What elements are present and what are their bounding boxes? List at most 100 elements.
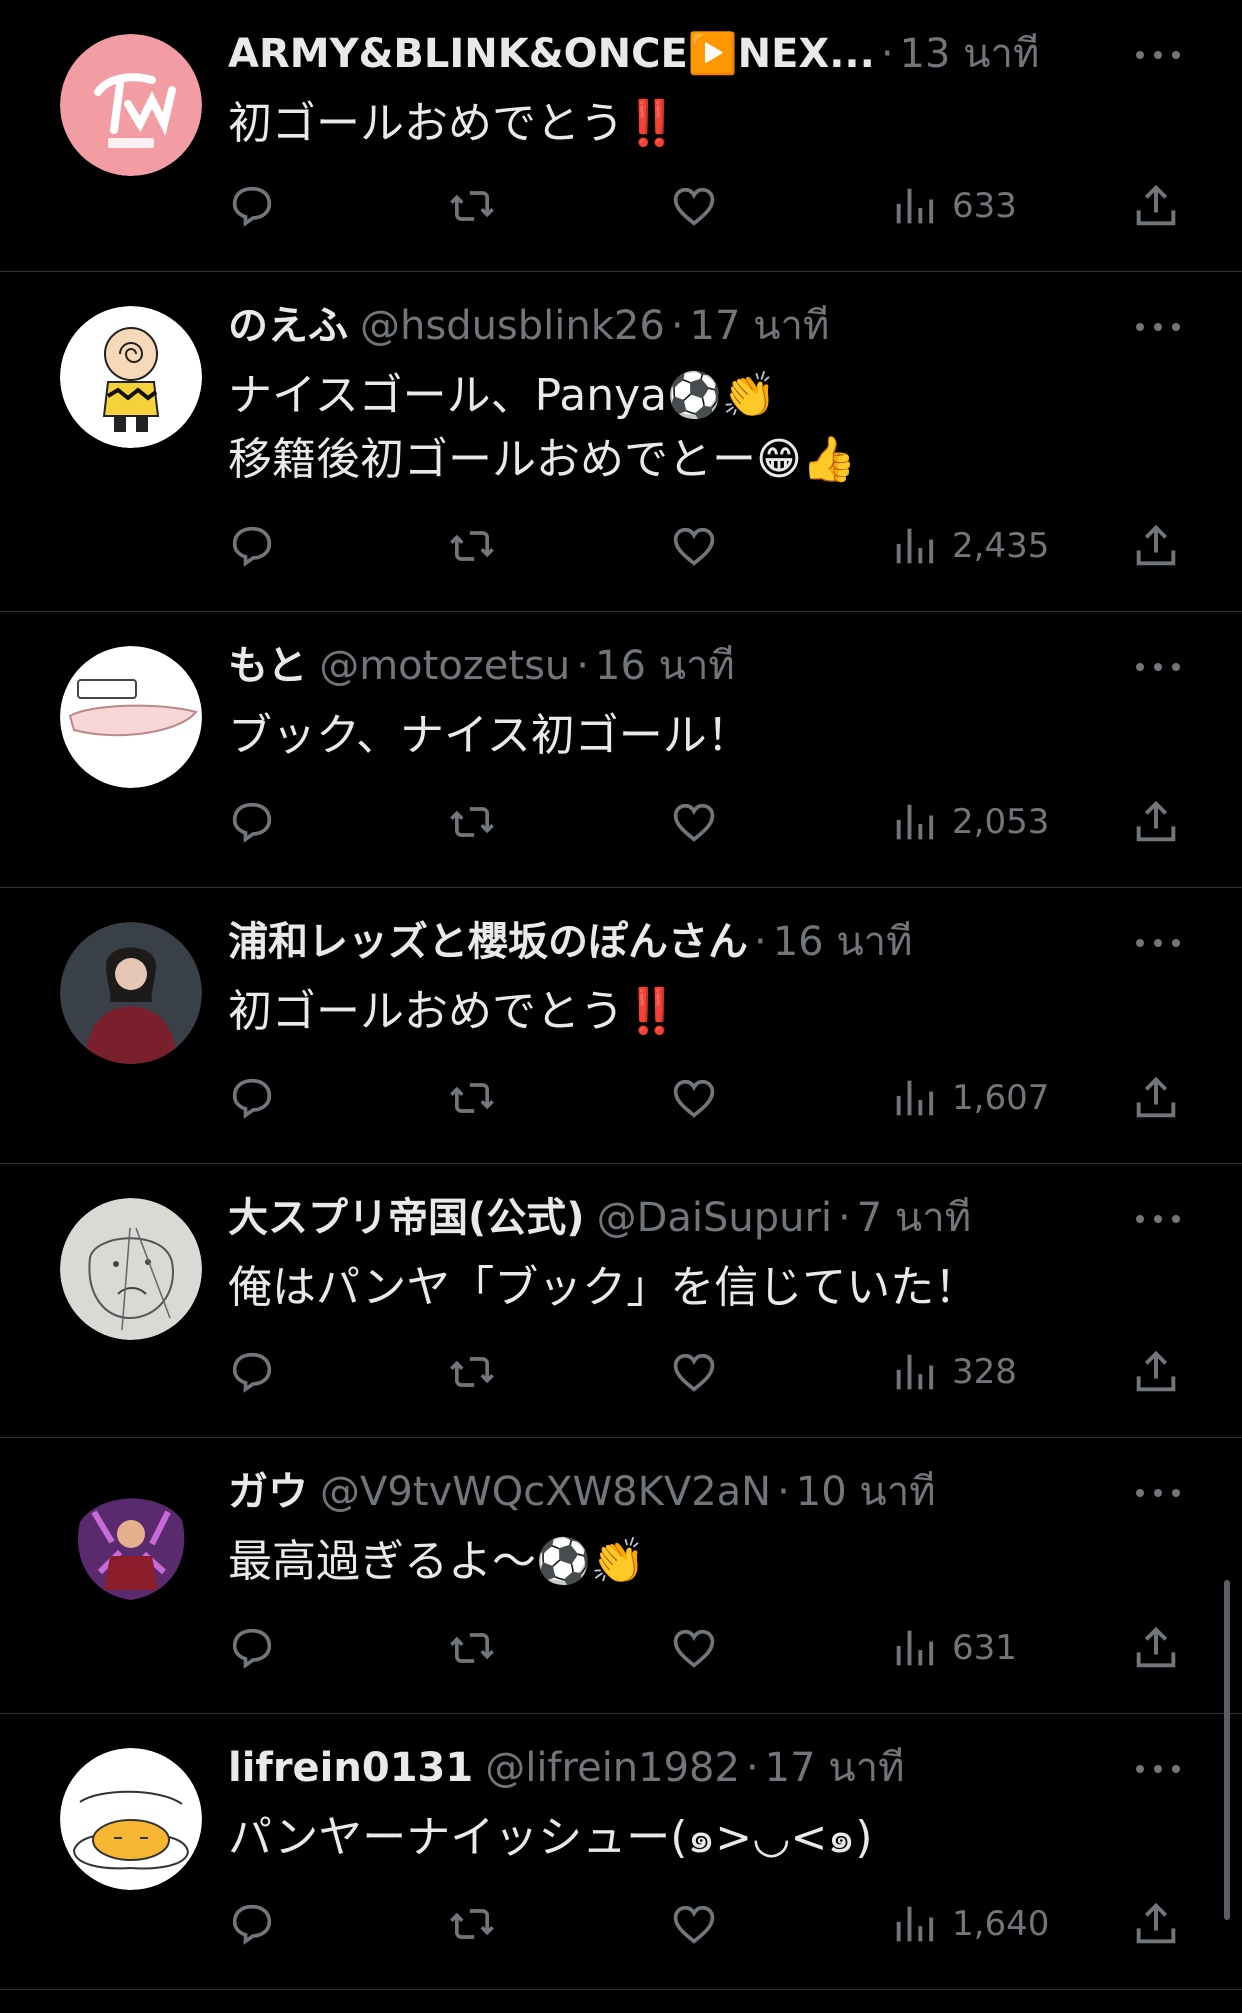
tweet[interactable]: lifrein0131 @lifrein1982 · 17 นาที パンヤーナイッシ… — [0, 1714, 1242, 1990]
timestamp[interactable]: 13 นาที — [900, 31, 1040, 77]
timestamp[interactable]: 10 นาที — [796, 1469, 936, 1515]
more-icon[interactable] — [1136, 1762, 1180, 1776]
reply-button[interactable] — [226, 1342, 278, 1402]
share-button[interactable] — [1130, 176, 1182, 236]
user-handle[interactable]: @DaiSupuri — [597, 1195, 832, 1241]
more-icon[interactable] — [1136, 320, 1180, 334]
tweet[interactable]: 浦和レッズと櫻坂のぽんさん · 16 นาที 初ゴールおめでとう‼️ 1,607 — [0, 888, 1242, 1164]
reply-icon — [232, 526, 272, 567]
timestamp[interactable]: 16 นาที — [773, 919, 913, 965]
views-icon — [896, 1906, 934, 1942]
user-handle[interactable]: @motozetsu — [319, 643, 570, 689]
avatar[interactable] — [60, 306, 202, 448]
views-button[interactable]: 2,435 — [890, 516, 1049, 576]
user-handle[interactable]: @V9tvWQcXW8KV2aN — [320, 1469, 771, 1515]
more-icon[interactable] — [1136, 48, 1180, 62]
like-icon — [673, 187, 715, 226]
view-count: 1,607 — [952, 1078, 1050, 1118]
tweet[interactable]: 大スプリ帝国(公式) @DaiSupuri · 7 นาที 俺はパンヤ「ブック」を信… — [0, 1164, 1242, 1438]
sketch-face-avatar — [60, 1198, 202, 1340]
anime-character-avatar — [60, 1472, 202, 1614]
share-button[interactable] — [1130, 1342, 1182, 1402]
like-button[interactable] — [668, 792, 720, 852]
share-button[interactable] — [1130, 516, 1182, 576]
separator-dot: · — [880, 31, 894, 77]
tweet-header: 浦和レッズと櫻坂のぽんさん · 16 นาที — [228, 916, 1092, 968]
retweet-icon — [450, 191, 494, 221]
reply-button[interactable] — [226, 176, 278, 236]
tweet-text: 初ゴールおめでとう‼️ — [228, 98, 679, 149]
like-button[interactable] — [668, 1068, 720, 1128]
share-button[interactable] — [1130, 1894, 1182, 1954]
avatar[interactable] — [60, 1472, 202, 1614]
like-icon — [673, 527, 715, 566]
share-button[interactable] — [1130, 792, 1182, 852]
avatar[interactable] — [60, 1198, 202, 1340]
like-button[interactable] — [668, 1894, 720, 1954]
reply-button[interactable] — [226, 1618, 278, 1678]
timestamp[interactable]: 16 นาที — [595, 643, 735, 689]
timestamp[interactable]: 17 นาที — [690, 303, 830, 349]
tweet[interactable]: ARMY&BLINK&ONCE▶️NEX... · 13 นาที 初ゴールおめでと… — [0, 0, 1242, 272]
views-button[interactable]: 631 — [890, 1618, 1017, 1678]
share-button[interactable] — [1130, 1618, 1182, 1678]
view-count: 631 — [952, 1628, 1017, 1668]
tweet-header: lifrein0131 @lifrein1982 · 17 นาที — [228, 1742, 1092, 1794]
reply-button[interactable] — [226, 792, 278, 852]
display-name[interactable]: ARMY&BLINK&ONCE▶️NEX... — [228, 31, 875, 77]
gudetama-avatar — [60, 1748, 202, 1890]
share-icon — [1136, 800, 1176, 842]
like-button[interactable] — [668, 1618, 720, 1678]
display-name[interactable]: 浦和レッズと櫻坂のぽんさん — [228, 919, 748, 965]
like-button[interactable] — [668, 516, 720, 576]
views-button[interactable]: 2,053 — [890, 792, 1049, 852]
share-button[interactable] — [1130, 1068, 1182, 1128]
retweet-button[interactable] — [446, 1068, 498, 1128]
views-icon — [896, 188, 934, 224]
timestamp[interactable]: 17 นาที — [765, 1745, 905, 1791]
avatar[interactable] — [60, 646, 202, 788]
reply-button[interactable] — [226, 516, 278, 576]
avatar[interactable] — [60, 34, 202, 176]
tweet-text: ナイスゴール、Panya⚽👏 移籍後初ゴールおめでとー😁👍 — [228, 370, 857, 485]
reply-button[interactable] — [226, 1894, 278, 1954]
separator-dot: · — [745, 1745, 759, 1791]
views-button[interactable]: 1,607 — [890, 1068, 1049, 1128]
user-handle[interactable]: @lifrein1982 — [485, 1745, 740, 1791]
display-name[interactable]: ガウ — [228, 1469, 308, 1515]
retweet-button[interactable] — [446, 1618, 498, 1678]
like-button[interactable] — [668, 1342, 720, 1402]
reply-button[interactable] — [226, 1068, 278, 1128]
retweet-button[interactable] — [446, 792, 498, 852]
tweet[interactable]: のえふ @hsdusblink26 · 17 นาที ナイスゴール、Panya⚽👏 … — [0, 272, 1242, 612]
retweet-button[interactable] — [446, 176, 498, 236]
reply-icon — [232, 1078, 272, 1119]
views-button[interactable]: 633 — [890, 176, 1017, 236]
retweet-button[interactable] — [446, 1342, 498, 1402]
retweet-button[interactable] — [446, 516, 498, 576]
like-button[interactable] — [668, 176, 720, 236]
avatar[interactable] — [60, 1748, 202, 1890]
display-name[interactable]: のえふ — [228, 303, 348, 349]
views-button[interactable]: 328 — [890, 1342, 1017, 1402]
user-handle[interactable]: @hsdusblink26 — [360, 303, 665, 349]
action-bar: 1,640 — [0, 1894, 1242, 1954]
separator-dot: · — [754, 919, 767, 965]
display-name[interactable]: lifrein0131 — [228, 1745, 473, 1791]
view-count: 1,640 — [952, 1904, 1050, 1944]
more-icon[interactable] — [1136, 1212, 1180, 1226]
like-icon — [673, 803, 715, 842]
display-name[interactable]: もと — [228, 643, 307, 689]
more-icon[interactable] — [1136, 660, 1180, 674]
more-icon[interactable] — [1136, 1486, 1180, 1500]
tweet[interactable]: ガウ @V9tvWQcXW8KV2aN · 10 นาที 最高過ぎるよ〜⚽👏 631 — [0, 1438, 1242, 1714]
tweet[interactable]: もと @motozetsu · 16 นาที ブック、ナイス初ゴール！ 2,053 — [0, 612, 1242, 888]
display-name[interactable]: 大スプリ帝国(公式) — [228, 1195, 585, 1241]
retweet-button[interactable] — [446, 1894, 498, 1954]
views-button[interactable]: 1,640 — [890, 1894, 1049, 1954]
timestamp[interactable]: 7 นาที — [857, 1195, 971, 1241]
share-icon — [1136, 1626, 1176, 1668]
avatar[interactable] — [60, 922, 202, 1064]
scrollbar[interactable] — [1224, 1580, 1230, 1920]
more-icon[interactable] — [1136, 936, 1180, 950]
